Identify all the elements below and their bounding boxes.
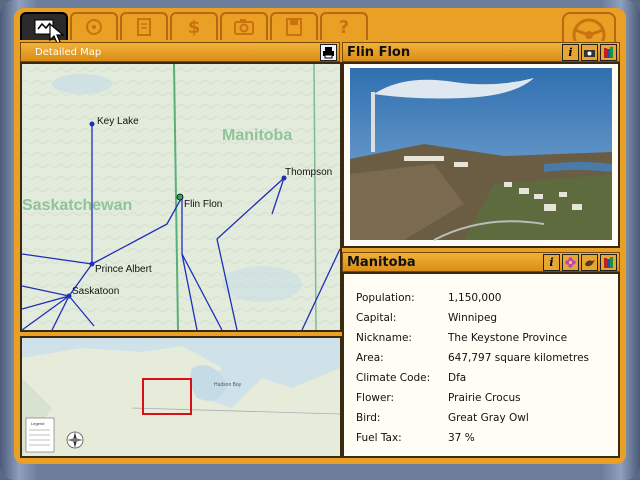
- fact-row: Climate Code: Dfa: [356, 368, 589, 388]
- books-button[interactable]: [600, 43, 617, 61]
- flower-icon: [565, 256, 576, 268]
- city-label-flin-flon[interactable]: Flin Flon: [184, 199, 222, 210]
- detail-map-header: Detailed Map: [20, 42, 340, 62]
- help-tab[interactable]: ?: [320, 12, 368, 40]
- info-button[interactable]: i: [562, 43, 579, 61]
- books-icon: [604, 46, 613, 58]
- fact-row: Bird: Great Gray Owl: [356, 408, 589, 428]
- top-tabbar: $ ?: [20, 12, 368, 42]
- detail-map-canvas: Manitoba Saskatchewan Key Lake Thompson …: [22, 64, 340, 330]
- info-title: Manitoba: [347, 254, 416, 270]
- photo-title: Flin Flon: [347, 44, 411, 60]
- fact-value: 1,150,000: [448, 292, 502, 304]
- printer-icon: [323, 46, 334, 58]
- fact-row: Area: 647,797 square kilometres: [356, 348, 589, 368]
- photo-frame: [342, 62, 620, 248]
- city-label-key-lake[interactable]: Key Lake: [97, 116, 139, 127]
- legend-title: Legend: [31, 421, 44, 426]
- province-info-panel: Population: 1,150,000 Capital: Winnipeg Ni…: [342, 272, 620, 458]
- fact-value: Prairie Crocus: [448, 392, 521, 404]
- fact-label: Area:: [356, 352, 384, 364]
- books-icon: [604, 256, 613, 268]
- bird-button[interactable]: [581, 253, 598, 271]
- fact-row: Flower: Prairie Crocus: [356, 388, 589, 408]
- compass-icon: [66, 431, 84, 449]
- overview-label-hudson-bay: Hudson Bay: [214, 382, 242, 388]
- province-label-manitoba: Manitoba: [222, 127, 292, 144]
- province-facts-table: Population: 1,150,000 Capital: Winnipeg Ni…: [356, 288, 589, 448]
- flin-flon-photo: [350, 68, 612, 241]
- fact-row: Nickname: The Keystone Province: [356, 328, 589, 348]
- odometer-icon: [86, 19, 102, 35]
- fact-value: The Keystone Province: [448, 332, 568, 344]
- info-icon: i: [568, 45, 573, 59]
- money-tab[interactable]: $: [170, 12, 218, 40]
- fact-value: Great Gray Owl: [448, 412, 529, 424]
- info-panel-header: Manitoba i: [342, 252, 620, 272]
- detail-map[interactable]: Manitoba Saskatchewan Key Lake Thompson …: [20, 62, 342, 332]
- steering-wheel-icon: [572, 18, 606, 41]
- detail-map-title: Detailed Map: [35, 46, 102, 58]
- floppy-disk-icon: [286, 18, 302, 36]
- save-tab[interactable]: [270, 12, 318, 40]
- flower-button[interactable]: [562, 253, 579, 271]
- fact-row: Population: 1,150,000: [356, 288, 589, 308]
- camera-tab[interactable]: [220, 12, 268, 40]
- overview-map[interactable]: Hudson Bay Legend: [20, 336, 342, 458]
- fact-value: 37 %: [448, 432, 475, 444]
- print-button[interactable]: [320, 43, 337, 61]
- fact-value: 647,797 square kilometres: [448, 352, 590, 364]
- dollar-icon: $: [187, 16, 201, 38]
- city-label-prince-albert[interactable]: Prince Albert: [95, 264, 152, 275]
- province-info-button[interactable]: i: [543, 253, 560, 271]
- province-books-button[interactable]: [600, 253, 617, 271]
- info-icon: i: [549, 255, 554, 269]
- fact-label: Nickname:: [356, 332, 412, 344]
- overview-map-canvas: Hudson Bay Legend: [22, 338, 340, 456]
- fact-label: Fuel Tax:: [356, 432, 402, 444]
- travel-log-tab[interactable]: [70, 12, 118, 40]
- city-label-thompson[interactable]: Thompson: [285, 167, 332, 178]
- fact-label: Flower:: [356, 392, 395, 404]
- fact-label: Bird:: [356, 412, 381, 424]
- drive-button[interactable]: [562, 12, 616, 44]
- fact-row: Fuel Tax: 37 %: [356, 428, 589, 448]
- clipboard-tab[interactable]: [120, 12, 168, 40]
- province-label-saskatchewan: Saskatchewan: [22, 197, 132, 214]
- question-mark-icon: ?: [338, 16, 350, 38]
- fact-row: Capital: Winnipeg: [356, 308, 589, 328]
- fact-value: Winnipeg: [448, 312, 498, 324]
- fact-label: Capital:: [356, 312, 397, 324]
- fact-value: Dfa: [448, 372, 467, 384]
- camera-button[interactable]: [581, 43, 598, 61]
- bird-icon: [585, 259, 595, 266]
- clipboard-icon: [137, 18, 151, 36]
- city-label-saskatoon[interactable]: Saskatoon: [72, 286, 119, 297]
- fact-label: Population:: [356, 292, 415, 304]
- camera-icon: [584, 49, 595, 57]
- photo-panel-header: Flin Flon i: [342, 42, 620, 62]
- camera-icon: [234, 19, 254, 35]
- fact-label: Climate Code:: [356, 372, 431, 384]
